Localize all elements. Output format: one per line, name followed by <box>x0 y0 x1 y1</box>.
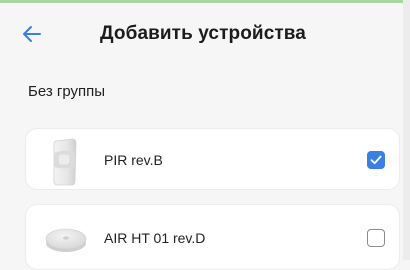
device-checkbox[interactable] <box>367 151 385 169</box>
device-name: PIR rev.B <box>104 152 163 168</box>
page-title: Добавить устройства <box>100 23 306 44</box>
add-devices-screen: Добавить устройства Без группы PIR rev.B <box>3 3 403 270</box>
device-card-pir[interactable]: PIR rev.B <box>25 128 400 190</box>
group-label: Без группы <box>28 83 106 100</box>
checkmark-icon <box>370 155 382 165</box>
motion-sensor-image <box>44 137 88 187</box>
header: Добавить устройства <box>3 3 403 61</box>
device-card-air[interactable]: AIR HT 01 rev.D <box>25 204 400 270</box>
window-edge <box>403 0 410 260</box>
device-checkbox[interactable] <box>367 229 385 247</box>
round-sensor-image <box>44 213 88 263</box>
device-name: AIR HT 01 rev.D <box>104 230 206 246</box>
